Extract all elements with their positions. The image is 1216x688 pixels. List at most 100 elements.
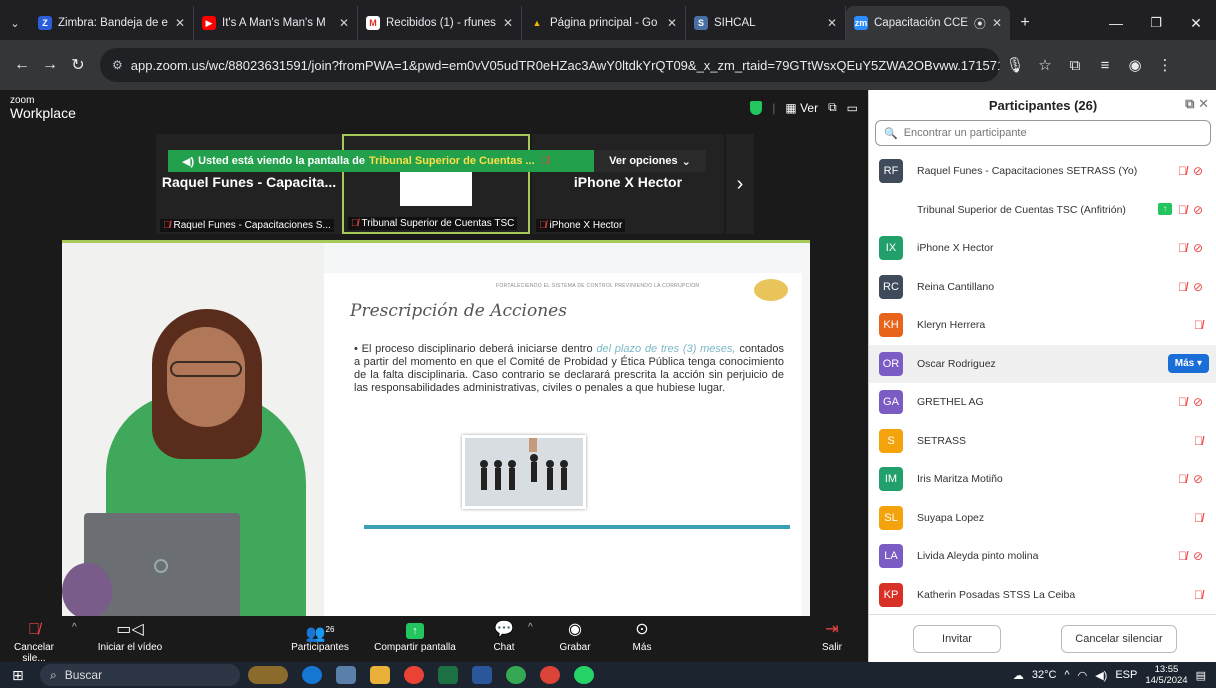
- meeting-controls-bar: 🎙̸ Cancelar sile... ^ ▭◁ Iniciar el víde…: [0, 616, 868, 664]
- leave-label: Salir: [821, 642, 842, 653]
- excel-icon[interactable]: [438, 666, 458, 684]
- windows-start-icon[interactable]: ⊞: [12, 667, 24, 684]
- search-input[interactable]: [903, 127, 1204, 139]
- avatar: IX: [879, 236, 903, 261]
- file-explorer-icon[interactable]: [370, 666, 390, 684]
- participant-row[interactable]: KP Katherin Posadas STSS La Ceiba 🎙̸: [869, 576, 1216, 615]
- zimbra-favicon-icon: Z: [38, 16, 52, 30]
- participant-row[interactable]: IM Iris Maritza Motiño 🎙̸ ⊘: [869, 460, 1216, 499]
- site-info-icon[interactable]: ⚙: [112, 58, 123, 72]
- participant-status-icons: 🎙̸: [1194, 588, 1203, 602]
- news-widget-icon[interactable]: [248, 666, 288, 684]
- tab-search-icon[interactable]: ⌄: [0, 6, 30, 40]
- chat-options-caret-icon[interactable]: ^: [528, 622, 533, 633]
- participant-row[interactable]: RC Reina Cantillano 🎙̸ ⊘: [869, 268, 1216, 307]
- unmute-button[interactable]: 🎙̸ Cancelar sile...: [4, 618, 64, 664]
- reload-icon[interactable]: ↻: [64, 55, 92, 75]
- close-tab-icon[interactable]: ✕: [175, 16, 185, 30]
- avatar: IM: [879, 467, 903, 492]
- participant-status-icons: 🎙̸: [1194, 318, 1203, 332]
- extensions-icon[interactable]: ⧉: [1060, 57, 1090, 74]
- menu-kebab-icon[interactable]: ⋮: [1150, 56, 1180, 74]
- participant-row[interactable]: RF Raquel Funes - Capacitaciones SETRASS …: [869, 152, 1216, 191]
- bookmark-star-icon[interactable]: ☆: [1030, 56, 1060, 74]
- tab-sihcal[interactable]: S SIHCAL ✕: [686, 6, 846, 40]
- participant-row[interactable]: OR Oscar Rodriguez Más ▾: [869, 344, 1216, 383]
- whatsapp-icon[interactable]: [574, 666, 594, 684]
- mic-muted-icon: 🎙̸: [1177, 164, 1187, 178]
- popout-icon[interactable]: ⧉: [1185, 96, 1194, 111]
- next-page-chevron-icon[interactable]: ›: [726, 134, 754, 234]
- participant-row[interactable]: Tribunal Superior de Cuentas TSC (Anfitr…: [869, 191, 1216, 230]
- reading-list-icon[interactable]: ≡: [1090, 57, 1120, 74]
- audio-options-caret-icon[interactable]: ^: [72, 622, 77, 633]
- view-button[interactable]: ▦ Ver: [785, 101, 818, 115]
- taskbar-search[interactable]: ⌕ Buscar: [40, 664, 240, 686]
- close-panel-icon[interactable]: ✕: [1198, 96, 1209, 111]
- restore-icon[interactable]: ❐: [1136, 6, 1176, 40]
- participant-row[interactable]: LA Livida Aleyda pinto molina 🎙̸ ⊘: [869, 537, 1216, 576]
- store-icon[interactable]: [336, 666, 356, 684]
- leave-button[interactable]: ⇥ Salir: [812, 618, 852, 653]
- invite-button[interactable]: Invitar: [913, 625, 1001, 653]
- wifi-icon[interactable]: ◠: [1078, 669, 1088, 682]
- forward-icon[interactable]: →: [36, 56, 64, 74]
- close-tab-icon[interactable]: ✕: [827, 16, 837, 30]
- chrome-icon[interactable]: [404, 666, 424, 684]
- participant-thumb-tsc[interactable]: 🎙̸ Tribunal Superior de Cuentas TSC: [342, 134, 530, 234]
- participant-status-icons: 🎙̸ ⊘: [1178, 164, 1203, 178]
- close-tab-icon[interactable]: ✕: [339, 16, 349, 30]
- fullscreen-icon[interactable]: ▭: [847, 101, 858, 115]
- unmute-all-button[interactable]: Cancelar silenciar: [1061, 625, 1177, 653]
- language-indicator[interactable]: ESP: [1115, 669, 1137, 681]
- back-icon[interactable]: ←: [8, 56, 36, 74]
- more-button[interactable]: ⊙ Más: [622, 618, 662, 653]
- microphone-permission-icon[interactable]: 🎙: [1000, 56, 1030, 74]
- participants-button[interactable]: 👥26 Participantes: [284, 618, 356, 653]
- tab-zoom-active[interactable]: zm Capacitación CCE ⦿ ✕: [846, 6, 1010, 40]
- participant-thumb-raquel[interactable]: Raquel Funes - Capacita... 🎙̸ Raquel Fune…: [156, 134, 342, 234]
- zoom-meeting-area: zoom Workplace | ▦ Ver ⧉ ▭ Raquel Funes …: [0, 90, 868, 662]
- more-options-button[interactable]: Más ▾: [1167, 353, 1209, 373]
- weather-icon: ☁: [1012, 669, 1024, 682]
- tray-expand-icon[interactable]: ^: [1064, 669, 1069, 681]
- clock[interactable]: 13:55 14/5/2024: [1145, 664, 1187, 686]
- participant-row[interactable]: S SETRASS 🎙̸: [869, 422, 1216, 461]
- edge-browser-icon[interactable]: [302, 666, 322, 684]
- participant-row[interactable]: KH Kleryn Herrera 🎙̸: [869, 306, 1216, 345]
- close-tab-icon[interactable]: ✕: [992, 16, 1002, 30]
- word-icon[interactable]: [472, 666, 492, 684]
- participant-row[interactable]: GA GRETHEL AG 🎙̸ ⊘: [869, 383, 1216, 422]
- volume-icon[interactable]: ◀): [1095, 669, 1107, 682]
- new-tab-button[interactable]: +: [1010, 6, 1040, 40]
- participant-row[interactable]: SL Suyapa Lopez 🎙̸: [869, 499, 1216, 538]
- chrome-profile-icon[interactable]: [506, 666, 526, 684]
- close-tab-icon[interactable]: ✕: [503, 16, 513, 30]
- security-shield-icon[interactable]: [750, 100, 763, 115]
- minimize-icon[interactable]: —: [1096, 6, 1136, 40]
- tab-zimbra[interactable]: Z Zimbra: Bandeja de e ✕: [30, 6, 194, 40]
- participant-thumb-hector[interactable]: iPhone X Hector 🎙̸ iPhone X Hector: [532, 134, 724, 234]
- tab-gmail[interactable]: M Recibidos (1) - rfunes ✕: [358, 6, 522, 40]
- view-options-button[interactable]: Ver opciones ⌄: [594, 150, 706, 172]
- slide-title: Prescripción de Acciones: [350, 301, 567, 321]
- close-tab-icon[interactable]: ✕: [667, 16, 677, 30]
- close-window-icon[interactable]: ✕: [1176, 6, 1216, 40]
- pip-icon[interactable]: ⧉: [828, 100, 837, 115]
- profile-icon[interactable]: ◉: [1120, 56, 1150, 74]
- tab-drive[interactable]: ▲ Página principal - Go ✕: [522, 6, 686, 40]
- record-button[interactable]: ◉ Grabar: [552, 618, 598, 653]
- participant-row[interactable]: IX iPhone X Hector 🎙̸ ⊘: [869, 229, 1216, 268]
- share-screen-button[interactable]: ↑ Compartir pantalla: [366, 618, 464, 653]
- chrome-profile-2-icon[interactable]: [540, 666, 560, 684]
- participant-status-icons: 🎙̸ ⊘: [1178, 395, 1203, 409]
- chat-button[interactable]: 💬 Chat: [484, 618, 524, 653]
- tab-youtube[interactable]: ▶ It's A Man's Man's M ✕: [194, 6, 358, 40]
- leave-icon: ⇥: [825, 621, 839, 638]
- address-bar[interactable]: ⚙ app.zoom.us/wc/88023631591/join?fromPW…: [100, 48, 1000, 82]
- tab-label: SIHCAL: [714, 17, 756, 29]
- participant-search[interactable]: 🔍: [875, 120, 1211, 146]
- avatar: OR: [879, 351, 903, 376]
- start-video-button[interactable]: ▭◁ Iniciar el vídeo: [92, 618, 168, 653]
- notifications-icon[interactable]: ▤: [1196, 669, 1206, 682]
